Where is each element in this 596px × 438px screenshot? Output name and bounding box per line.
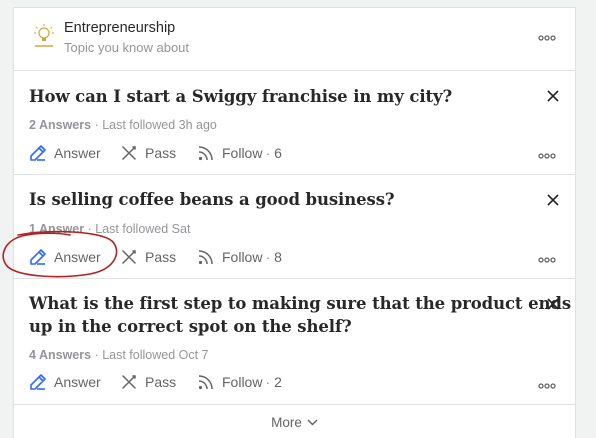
question-title[interactable]: Is selling coffee beans a good business? [29,188,395,211]
follow-button[interactable]: Follow · 6 [197,144,282,162]
answer-label: Answer [54,374,101,390]
follow-label: Follow [222,249,263,265]
follow-separator: · [265,374,271,390]
pencil-icon [30,249,46,265]
question-meta: 2 Answers · Last followed 3h ago [29,118,217,132]
answer-label: Answer [54,249,101,265]
pass-icon [122,146,136,160]
answer-button[interactable]: Answer [29,373,101,391]
follow-icon [198,250,213,265]
question-title[interactable]: How can I start a Swiggy franchise in my… [29,85,452,108]
pencil-icon [30,374,46,390]
answer-label: Answer [54,145,101,161]
pass-button[interactable]: Pass [120,144,176,162]
answer-count[interactable]: 4 Answers [29,348,91,362]
question-card: What is the first step to making sure th… [14,279,575,405]
close-icon[interactable] [547,297,559,310]
pass-label: Pass [145,145,177,161]
follow-icon [198,146,213,161]
pass-label: Pass [145,374,177,390]
follow-count: 2 [274,374,282,390]
more-label: More [271,415,302,430]
follow-separator: · [265,145,271,161]
last-followed: Last followed Oct 7 [102,348,209,362]
question-card: Is selling coffee beans a good business?… [14,175,575,279]
more-options-icon[interactable] [538,257,556,263]
more-options-icon[interactable] [538,383,556,389]
pass-button[interactable]: Pass [120,373,176,391]
question-meta: 4 Answers · Last followed Oct 7 [29,348,209,362]
feed-panel: Entrepreneurship Topic you know about Ho… [13,7,576,438]
close-icon[interactable] [547,193,559,206]
pass-icon [122,375,136,389]
follow-button[interactable]: Follow · 2 [197,373,282,391]
answer-button[interactable]: Answer [29,144,101,162]
follow-icon [198,375,213,390]
question-title-line: What is the first step to making sure th… [29,294,572,313]
more-button[interactable]: More [14,415,575,430]
follow-label: Follow [222,145,263,161]
pass-button[interactable]: Pass [120,248,176,266]
follow-count: 6 [274,145,282,161]
pass-icon [122,250,136,264]
last-followed: Last followed Sat [95,222,191,236]
question-title-line: up in the correct spot on the shelf? [29,317,352,336]
follow-label: Follow [222,374,263,390]
follow-count: 8 [274,249,282,265]
question-meta: 1 Answer · Last followed Sat [29,222,190,236]
answer-count[interactable]: 2 Answers [29,118,91,132]
question-title[interactable]: What is the first step to making sure th… [29,292,571,338]
answer-button[interactable]: Answer [29,248,101,266]
question-card: How can I start a Swiggy franchise in my… [14,71,575,175]
lightbulb-logo-icon [31,23,57,51]
last-followed: Last followed 3h ago [102,118,217,132]
chevron-down-icon [307,419,318,426]
follow-separator: · [265,249,271,265]
topic-subtitle: Topic you know about [64,40,190,55]
follow-button[interactable]: Follow · 8 [197,248,282,266]
pass-label: Pass [145,249,177,265]
topic-title[interactable]: Entrepreneurship [64,20,175,36]
pencil-icon [30,145,46,161]
topic-header[interactable]: Entrepreneurship Topic you know about [14,8,575,71]
close-icon[interactable] [547,89,559,102]
topic-more-options-icon[interactable] [538,35,556,41]
answer-count[interactable]: 1 Answer [29,222,84,236]
more-options-icon[interactable] [538,153,556,159]
